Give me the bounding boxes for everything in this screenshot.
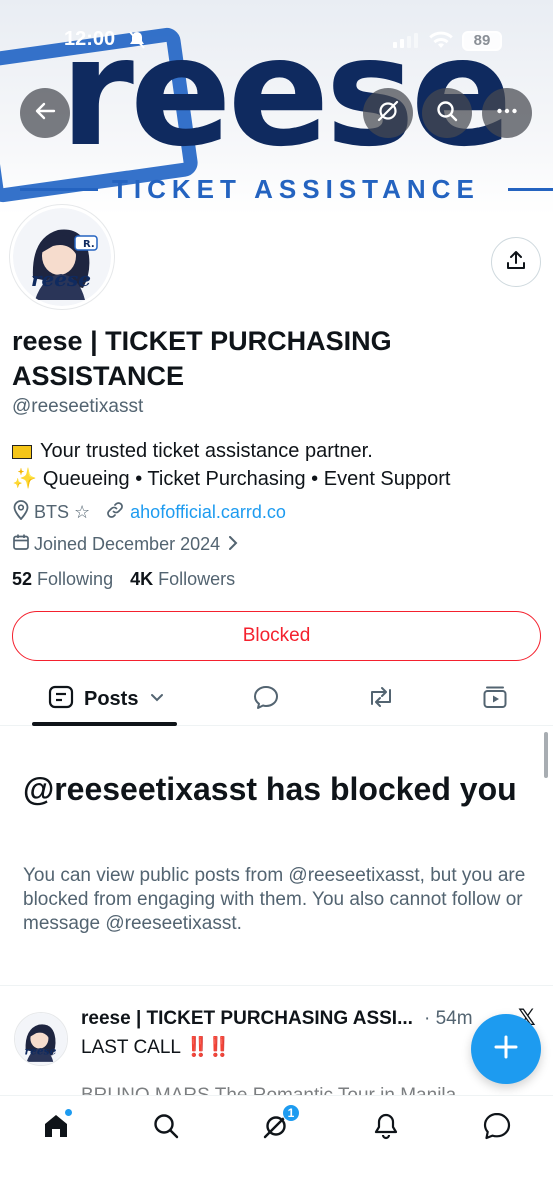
- bio-line-2: ✨ Queueing • Ticket Purchasing • Event Su…: [12, 468, 451, 490]
- search-icon: [435, 99, 459, 128]
- banner-subtitle: TICKET ASSISTANCE: [112, 174, 480, 204]
- media-video-icon: [482, 684, 508, 715]
- ticket-emoji-icon: [12, 444, 32, 459]
- bell-icon: [372, 1112, 400, 1145]
- link-icon: [106, 501, 124, 524]
- svg-text:reese: reese: [31, 267, 91, 291]
- banner-rule-left: [20, 188, 98, 191]
- svg-text:reese: reese: [25, 1044, 57, 1057]
- grok-icon: [376, 99, 400, 128]
- post-author-name[interactable]: reese | TICKET PURCHASING ASSI...: [81, 1008, 413, 1030]
- section-divider: [0, 985, 553, 986]
- blocked-button[interactable]: Blocked: [12, 611, 541, 661]
- svg-text:R.: R.: [83, 239, 95, 250]
- chevron-down-icon: [150, 690, 164, 708]
- profile-handle: @reeseetixasst: [12, 396, 144, 417]
- search-icon: [152, 1112, 180, 1145]
- battery-indicator: 89: [462, 31, 502, 51]
- plus-icon: [492, 1033, 520, 1066]
- profile-tabs: Posts: [0, 672, 553, 726]
- location-pin-icon: [12, 500, 30, 525]
- share-button[interactable]: [491, 237, 541, 287]
- tab-replies[interactable]: [252, 672, 280, 726]
- profile-website-link[interactable]: ahofofficial.carrd.co: [130, 502, 286, 523]
- following-link[interactable]: 52 Following: [12, 569, 113, 589]
- post-text: LAST CALL ‼️‼️: [81, 1037, 231, 1058]
- followers-link[interactable]: 4K Followers: [130, 569, 235, 589]
- more-options-button[interactable]: [482, 88, 532, 138]
- search-profile-button[interactable]: [422, 88, 472, 138]
- cellular-signal-icon: [393, 32, 419, 53]
- blocked-notice-description: You can view public posts from @reeseeti…: [23, 865, 526, 934]
- bell-muted-icon: [128, 30, 146, 55]
- compose-post-button[interactable]: [471, 1014, 541, 1084]
- nav-messages[interactable]: [479, 1110, 515, 1146]
- more-dots-icon: [495, 99, 519, 128]
- bottom-navigation: 1: [0, 1095, 553, 1200]
- nav-search[interactable]: [148, 1110, 184, 1146]
- post-author-avatar[interactable]: reese: [14, 1012, 68, 1066]
- wifi-icon: [428, 30, 454, 55]
- share-upload-icon: [505, 249, 527, 276]
- scrollbar-thumb[interactable]: [544, 732, 548, 778]
- status-bar: 12:00 89: [0, 28, 553, 54]
- bio-line-1: Your trusted ticket assistance partner.: [12, 440, 373, 463]
- grok-badge: 1: [282, 1104, 300, 1122]
- profile-name: reese | TICKET PURCHASING ASSISTANCE: [12, 326, 392, 391]
- tab-posts[interactable]: Posts: [48, 672, 164, 726]
- status-time: 12:00: [64, 28, 116, 50]
- tab-media[interactable]: [482, 672, 508, 726]
- posts-tab-icon: [48, 685, 74, 714]
- nav-notifications[interactable]: [368, 1110, 404, 1146]
- profile-location: BTS ☆: [34, 502, 91, 522]
- sparkles-icon: ✨: [12, 468, 37, 490]
- home-unread-dot: [64, 1108, 73, 1117]
- calendar-icon: [12, 533, 30, 556]
- arrow-left-icon: [34, 100, 56, 127]
- active-tab-indicator: [32, 722, 177, 726]
- double-exclamation-icon: ‼️‼️: [185, 1037, 231, 1058]
- blocked-notice-title: @reeseetixasst has blocked you: [23, 771, 517, 807]
- back-button[interactable]: [20, 88, 70, 138]
- reply-bubble-icon: [252, 684, 280, 715]
- grok-button[interactable]: [363, 88, 413, 138]
- chat-bubble-icon: [482, 1111, 512, 1146]
- nav-grok[interactable]: 1: [258, 1104, 300, 1146]
- chevron-right-icon: [228, 534, 238, 555]
- post-timestamp: · 54m: [424, 1008, 473, 1029]
- follow-stats: 52 Following 4K Followers: [12, 569, 235, 590]
- profile-avatar[interactable]: R. reese: [10, 205, 114, 309]
- tab-posts-label: Posts: [84, 687, 139, 710]
- nav-home[interactable]: [38, 1108, 74, 1146]
- banner-rule-right: [508, 188, 553, 191]
- joined-date: Joined December 2024: [34, 534, 221, 554]
- joined-row[interactable]: Joined December 2024: [12, 533, 238, 556]
- profile-meta-row: BTS ☆ ahofofficial.carrd.co: [12, 500, 286, 525]
- tab-reposts[interactable]: [366, 672, 396, 726]
- repost-icon: [366, 684, 396, 715]
